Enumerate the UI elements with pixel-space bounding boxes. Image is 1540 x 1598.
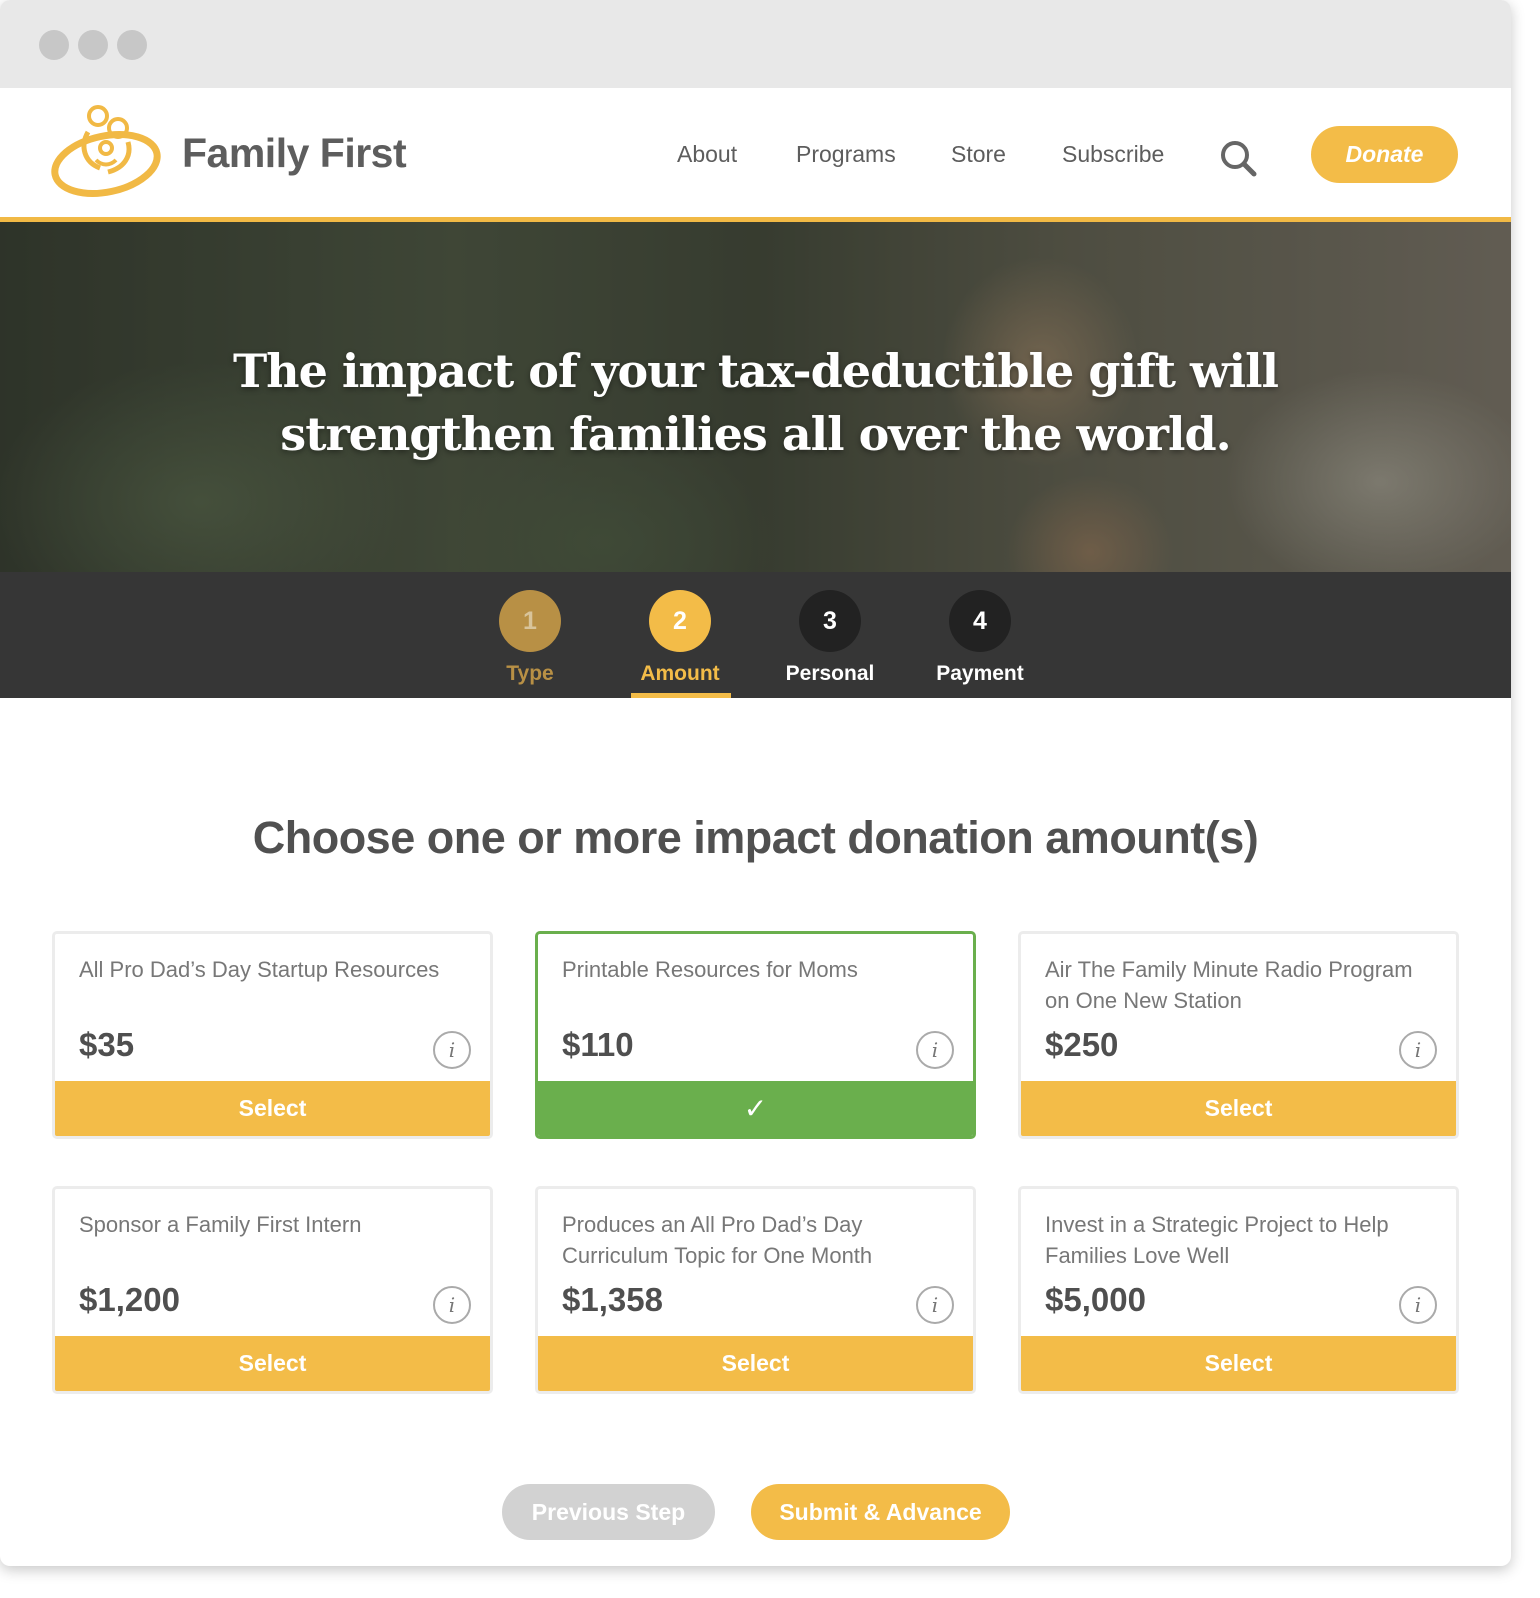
- step-number: 3: [799, 590, 861, 652]
- info-icon[interactable]: i: [1399, 1031, 1437, 1069]
- donate-button[interactable]: Donate: [1311, 126, 1458, 183]
- donation-card[interactable]: Air The Family Minute Radio Program on O…: [1018, 931, 1459, 1139]
- step-personal[interactable]: 3 Personal: [755, 590, 905, 686]
- info-icon[interactable]: i: [1399, 1286, 1437, 1324]
- donation-card-amount: $35: [79, 1026, 135, 1063]
- previous-step-button[interactable]: Previous Step: [502, 1484, 715, 1540]
- select-button[interactable]: Select: [538, 1336, 973, 1391]
- hero-banner: The impact of your tax-deductible gift w…: [0, 222, 1511, 572]
- submit-advance-button[interactable]: Submit & Advance: [751, 1484, 1010, 1540]
- donation-card-title: Printable Resources for Moms: [562, 957, 858, 982]
- info-icon[interactable]: i: [433, 1031, 471, 1069]
- nav-subscribe[interactable]: Subscribe: [1062, 141, 1164, 168]
- donation-card-amount: $5,000: [1045, 1281, 1146, 1318]
- donation-card[interactable]: All Pro Dad’s Day Startup Resources $35 …: [52, 931, 493, 1139]
- info-icon[interactable]: i: [433, 1286, 471, 1324]
- select-button[interactable]: Select: [55, 1081, 490, 1136]
- nav-programs[interactable]: Programs: [796, 141, 896, 168]
- donation-card[interactable]: Invest in a Strategic Project to Help Fa…: [1018, 1186, 1459, 1394]
- hero-headline: The impact of your tax-deductible gift w…: [0, 340, 1511, 466]
- select-button[interactable]: Select: [55, 1336, 490, 1391]
- step-amount[interactable]: 2 Amount: [605, 590, 755, 686]
- hero-headline-line-1: The impact of your tax-deductible gift w…: [232, 344, 1279, 398]
- step-label: Payment: [936, 662, 1024, 685]
- donation-card-amount: $1,358: [562, 1281, 663, 1318]
- donation-card-amount: $250: [1045, 1026, 1119, 1063]
- step-number: 1: [499, 590, 561, 652]
- donation-card-amount: $110: [562, 1026, 634, 1063]
- window-titlebar: [0, 0, 1511, 88]
- step-label: Personal: [785, 662, 875, 685]
- window-zoom-button[interactable]: [117, 30, 147, 60]
- window-close-button[interactable]: [39, 30, 69, 60]
- browser-window: Family First About Programs Store Subscr…: [0, 0, 1511, 1566]
- step-number: 2: [649, 590, 711, 652]
- nav-about[interactable]: About: [677, 141, 737, 168]
- step-progress-bar: 1 Type 2 Amount 3 Personal 4 Payment: [0, 572, 1511, 698]
- donation-card[interactable]: Sponsor a Family First Intern $1,200 i S…: [52, 1186, 493, 1394]
- donation-card[interactable]: Produces an All Pro Dad’s Day Curriculum…: [535, 1186, 976, 1394]
- step-label: Amount: [640, 662, 720, 685]
- info-icon[interactable]: i: [916, 1031, 954, 1069]
- step-payment[interactable]: 4 Payment: [905, 590, 1055, 686]
- select-button[interactable]: Select: [1021, 1081, 1456, 1136]
- donation-card-title: Sponsor a Family First Intern: [79, 1212, 362, 1237]
- page-title: Choose one or more impact donation amoun…: [252, 812, 1259, 863]
- hero-headline-line-2: strengthen families all over the world.: [280, 407, 1231, 461]
- select-button[interactable]: Select: [1021, 1336, 1456, 1391]
- active-step-indicator: [631, 693, 731, 698]
- donation-card-title: Invest in a Strategic Project to Help Fa…: [1045, 1212, 1389, 1268]
- step-label: Type: [506, 662, 554, 685]
- window-minimize-button[interactable]: [78, 30, 108, 60]
- donation-card-title: All Pro Dad’s Day Startup Resources: [79, 957, 440, 982]
- family-logo-icon[interactable]: [50, 102, 162, 198]
- site-header: Family First About Programs Store Subscr…: [0, 88, 1511, 222]
- nav-store[interactable]: Store: [951, 141, 1006, 168]
- donation-card-title: Air The Family Minute Radio Program on O…: [1045, 957, 1413, 1013]
- step-type[interactable]: 1 Type: [455, 590, 605, 686]
- donation-card-amount: $1,200: [79, 1281, 180, 1318]
- step-number: 4: [949, 590, 1011, 652]
- donation-card-title: Produces an All Pro Dad’s Day Curriculum…: [562, 1212, 873, 1268]
- search-icon[interactable]: [1218, 138, 1258, 178]
- brand-name[interactable]: Family First: [182, 130, 407, 177]
- info-icon[interactable]: i: [916, 1286, 954, 1324]
- selected-checkmark-button[interactable]: ✓: [538, 1081, 973, 1136]
- donation-card-selected[interactable]: Printable Resources for Moms $110 i ✓: [535, 931, 976, 1139]
